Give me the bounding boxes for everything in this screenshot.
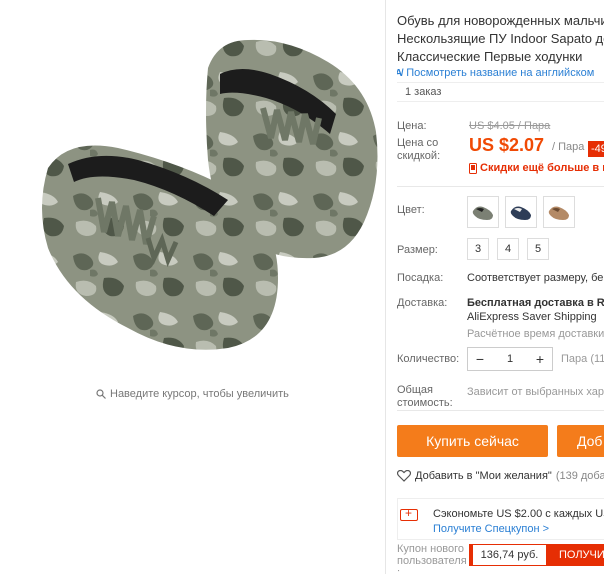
app-promo-text: Скидки ещё больше в прил [480,162,604,174]
discount-price-label-1: Цена со [397,137,439,149]
delivery-estimate: Расчётное время доставки: [467,328,604,340]
translate-icon: A̸ [397,67,403,79]
new-user-label-1: Купон нового [397,543,465,555]
size-options: 3 4 5 [467,238,549,260]
price-unit: / Пара [552,141,585,153]
size-label: Размер: [397,244,438,256]
panel-divider [385,0,386,574]
add-to-cart-button[interactable]: Доб [557,425,604,457]
discount-badge: -49 [588,141,604,157]
mobile-icon [469,162,477,174]
product-info: Обувь для новорожденных мальчи Нескользя… [397,0,604,574]
product-image[interactable] [8,8,384,380]
old-price: US $4.05 / Пара [469,120,551,132]
section-divider [397,186,604,187]
section-divider [397,410,604,411]
buy-now-button[interactable]: Купить сейчас [397,425,548,457]
total-label-1: Общая [397,384,433,396]
get-new-user-coupon-button[interactable]: ПОЛУЧИ [547,544,604,566]
shoe-grey-icon [472,206,493,220]
heart-icon [397,470,411,482]
quantity-available: Пара (112 [561,353,604,365]
app-promo[interactable]: Скидки ещё больше в прил [469,162,604,174]
price-label: Цена: [397,120,427,132]
shipping-label: Доставка: [397,297,448,309]
quantity-stepper: − 1 + [467,347,553,371]
new-user-label-2: пользователя [397,555,467,567]
new-user-label-3: : [397,567,401,574]
fit-label: Посадка: [397,272,444,284]
magnifier-icon [96,389,106,399]
size-option-3[interactable]: 3 [467,238,489,260]
color-label: Цвет: [397,204,425,216]
quantity-increase-button[interactable]: + [528,348,552,370]
color-option-tan[interactable] [543,196,575,228]
shipping-method[interactable]: AliExpress Saver Shipping [467,311,597,323]
quantity-decrease-button[interactable]: − [468,348,492,370]
quantity-input[interactable]: 1 [492,353,528,365]
total-label-2: стоимость: [397,397,453,409]
add-to-wishlist[interactable]: Добавить в "Мои желания" (139 добавле [397,470,604,482]
shoe-navy-icon [510,206,531,220]
translate-link[interactable]: A̸ Посмотреть название на английском [397,67,594,79]
shipping-destination[interactable]: Бесплатная доставка в Rus [467,297,604,309]
wishlist-label: Добавить в "Мои желания" [415,470,552,482]
title-line-1: Обувь для новорожденных мальчи [397,13,604,28]
discount-price-label-2: скидкой: [397,150,441,162]
sale-price: US $2.07 [469,135,545,155]
zoom-hint-text: Наведите курсор, чтобы увеличить [110,388,289,400]
get-coupon-link[interactable]: Получите Спецкупон > [433,523,549,535]
shoe-tan-icon [548,206,569,220]
size-option-4[interactable]: 4 [497,238,519,260]
title-line-2: Нескользящие ПУ Indoor Sapato де [397,31,604,46]
product-title: Обувь для новорожденных мальчи Нескользя… [397,12,604,66]
coupon-text: Сэкономьте US $2.00 с каждых US $ [433,508,604,520]
total-label: Общая стоимость: [397,384,453,410]
title-line-3: Классические Первые ходунки [397,49,583,64]
coupon-icon [400,506,418,521]
color-options [467,196,575,228]
size-option-5[interactable]: 5 [527,238,549,260]
wishlist-count: (139 добавле [555,470,604,482]
new-user-coupon-value: 136,74 руб. [469,544,547,566]
fit-value: Соответствует размеру, бер [467,272,604,284]
image-panel: Наведите курсор, чтобы увеличить [0,0,385,574]
color-option-grey-camo[interactable] [467,196,499,228]
discount-price-label: Цена со скидкой: [397,137,440,163]
translate-link-text: Посмотреть название на английском [406,67,595,79]
new-user-coupon-label: Купон нового пользователя : [397,543,467,574]
orders-count: 1 заказ [397,82,604,102]
color-option-navy-camo[interactable] [505,196,537,228]
zoom-hint: Наведите курсор, чтобы увеличить [96,388,289,400]
quantity-label: Количество: [397,353,460,365]
total-value: Зависит от выбранных хара [467,386,604,398]
coupon-box: Сэкономьте US $2.00 с каждых US $ Получи… [397,498,604,540]
